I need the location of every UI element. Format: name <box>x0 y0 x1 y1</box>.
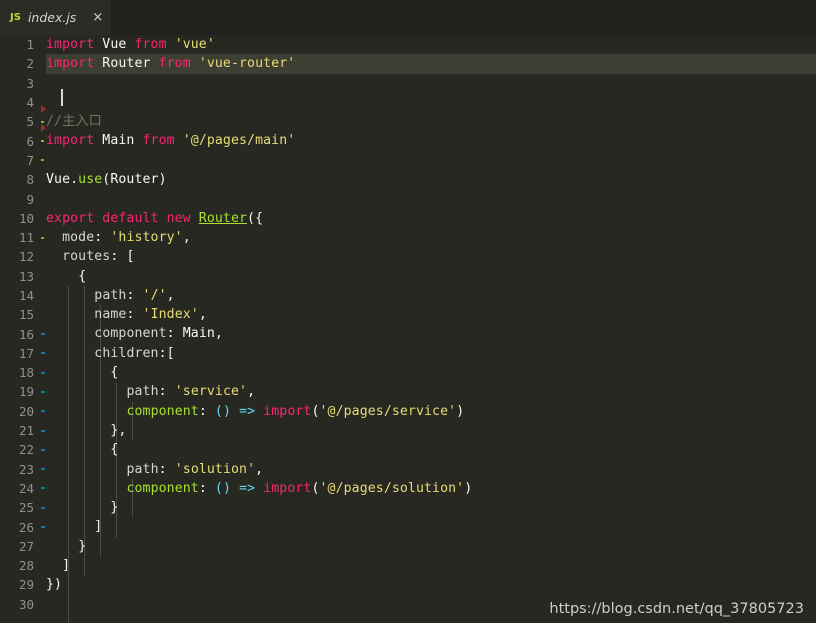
code-line[interactable]: 22 { <box>0 440 816 459</box>
line-number: 28 <box>18 558 34 574</box>
code-line[interactable]: 1 import Vue from 'vue' <box>0 35 816 54</box>
code-line[interactable]: 21 }, <box>0 421 816 440</box>
code-line[interactable]: 11 mode: 'history', <box>0 228 816 247</box>
line-number: 25 <box>18 500 34 516</box>
line-number: 19 <box>18 384 34 400</box>
code-text: component: () => import('@/pages/solutio… <box>126 480 473 496</box>
code-text: import Vue from 'vue' <box>46 37 215 52</box>
code-text: component: () => import('@/pages/service… <box>126 403 465 419</box>
line-number: 15 <box>18 307 34 323</box>
code-line[interactable]: 27 } <box>0 537 816 556</box>
line-number: 20 <box>18 403 34 419</box>
line-number: 23 <box>18 461 34 477</box>
code-text: { <box>78 268 87 284</box>
tab-bar-empty-area <box>111 0 816 35</box>
code-text: export default new Router({ <box>46 210 264 226</box>
line-number: 18 <box>18 365 34 381</box>
code-text: name: 'Index', <box>94 307 207 323</box>
line-number: 11 <box>18 230 34 246</box>
line-number: 24 <box>18 480 34 496</box>
watermark-text: https://blog.csdn.net/qq_37805723 <box>549 601 804 617</box>
code-line[interactable]: 18 { <box>0 363 816 382</box>
code-rows: 1 import Vue from 'vue' 2 import Router fro… <box>0 35 816 614</box>
line-number: 14 <box>18 288 34 303</box>
line-number: 8 <box>26 172 34 188</box>
code-text: routes: [ <box>62 249 135 265</box>
code-text: { <box>110 442 119 458</box>
code-text: }) <box>46 577 63 593</box>
line-number: 10 <box>18 210 34 226</box>
code-text: import Router from 'vue-router' <box>46 56 296 72</box>
code-line[interactable]: 9 <box>0 189 816 208</box>
code-line[interactable]: 12 routes: [ <box>0 247 816 266</box>
code-line[interactable]: 26 ] <box>0 517 816 536</box>
code-line[interactable]: 8 Vue.use(Router) <box>0 170 816 189</box>
line-number: 29 <box>18 577 34 593</box>
editor-window: JS index.js × 1 import Vue from 'vue' 2 imp… <box>0 0 816 623</box>
code-line[interactable]: 17 children:[ <box>0 344 816 363</box>
code-line[interactable]: 3 <box>0 74 816 93</box>
line-number: 1 <box>26 37 34 53</box>
code-text: //主入口 <box>46 114 102 130</box>
deleted-lines-marker[interactable] <box>41 105 46 113</box>
code-line[interactable]: 19 path: 'service', <box>0 382 816 401</box>
line-number: 2 <box>26 56 34 72</box>
code-editor[interactable]: 1 import Vue from 'vue' 2 import Router fro… <box>0 35 816 623</box>
code-text: component: Main, <box>94 326 223 342</box>
line-number: 13 <box>18 268 34 284</box>
code-line[interactable]: 29}) <box>0 575 816 594</box>
code-line[interactable]: 10 export default new Router({ <box>0 209 816 228</box>
code-text: children:[ <box>94 345 175 361</box>
code-line[interactable]: 5 //主入口 <box>0 112 816 131</box>
line-number: 9 <box>26 191 34 207</box>
code-text: Vue.use(Router) <box>46 172 167 188</box>
code-text: path: 'service', <box>126 384 256 400</box>
javascript-file-icon: JS <box>10 11 21 23</box>
code-line[interactable]: 23 path: 'solution', <box>0 460 816 479</box>
code-line[interactable]: 16 component: Main, <box>0 324 816 343</box>
deleted-lines-marker[interactable] <box>41 124 46 132</box>
code-line[interactable]: 24 component: () => import('@/pages/solu… <box>0 479 816 498</box>
code-line[interactable]: 20 component: () => import('@/pages/serv… <box>0 402 816 421</box>
code-line[interactable]: 14 path: '/', <box>0 286 816 305</box>
line-number: 16 <box>18 326 34 342</box>
code-line[interactable]: 4 <box>0 93 816 112</box>
code-line[interactable]: 6 import Main from '@/pages/main' <box>0 131 816 150</box>
line-number: 27 <box>18 538 34 554</box>
code-line[interactable]: 13 { <box>0 267 816 286</box>
line-number: 26 <box>18 519 34 535</box>
line-number: 5 <box>26 114 34 130</box>
code-text: ] <box>62 558 71 574</box>
code-line[interactable]: 25 } <box>0 498 816 517</box>
tab-index-js[interactable]: JS index.js × <box>0 0 112 35</box>
line-number: 4 <box>26 95 34 111</box>
code-line[interactable]: 2 import Router from 'vue-router' <box>0 54 816 74</box>
code-text: path: 'solution', <box>126 461 264 477</box>
code-text: { <box>110 365 119 381</box>
code-text: mode: 'history', <box>62 229 191 245</box>
code-line[interactable]: 7 <box>0 151 816 170</box>
line-number: 7 <box>26 152 34 168</box>
code-text: } <box>78 538 87 554</box>
code-line[interactable]: 15 name: 'Index', <box>0 305 816 324</box>
line-number: 6 <box>26 133 34 149</box>
code-line[interactable]: 28 ] <box>0 556 816 575</box>
tab-bar: JS index.js × <box>0 0 816 35</box>
line-number: 21 <box>18 423 34 439</box>
line-number: 17 <box>18 345 34 361</box>
tab-label: index.js <box>27 10 77 25</box>
text-cursor <box>61 89 63 106</box>
code-text: path: '/', <box>94 287 175 303</box>
code-text: } <box>110 500 119 516</box>
code-text: }, <box>110 422 127 438</box>
code-text: import Main from '@/pages/main' <box>46 133 296 149</box>
line-number: 22 <box>18 442 34 458</box>
line-number: 12 <box>18 249 34 265</box>
close-icon[interactable]: × <box>92 11 103 24</box>
line-number: 3 <box>26 75 34 91</box>
code-text: ] <box>94 519 103 535</box>
line-number: 30 <box>18 596 34 612</box>
